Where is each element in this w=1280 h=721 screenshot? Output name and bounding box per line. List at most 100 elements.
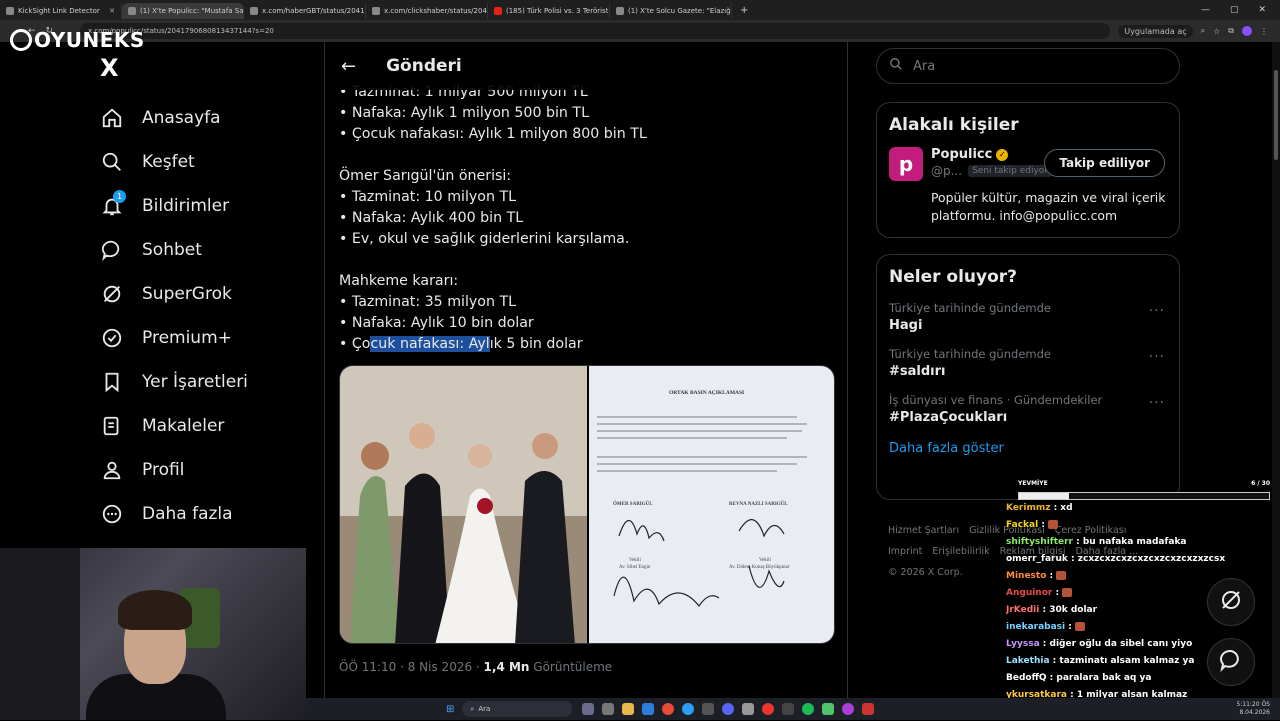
url-field[interactable]: x.com/populicc/status/204179068081343714… bbox=[80, 23, 1111, 39]
grok-float-button[interactable] bbox=[1207, 578, 1255, 626]
trend-item[interactable]: Türkiye tarihinde gündemde Hagi ··· bbox=[877, 293, 1179, 339]
post-line: Mahkeme kararı: bbox=[339, 273, 459, 289]
more-options-icon[interactable]: ··· bbox=[1149, 395, 1165, 411]
post-line: • Tazminat: 10 milyon TL bbox=[339, 189, 517, 205]
goal-label-row: YEVMİYE 6 / 30 bbox=[1018, 480, 1270, 487]
address-actions: Uygulamada aç ⌕ ☆ ⧉ ⋮ bbox=[1118, 24, 1280, 38]
windows-start-icon[interactable]: ⊞ bbox=[446, 704, 454, 715]
chat-text: : zcxzcxzcxzcxzcxzcxzcxzxzcsx bbox=[1067, 554, 1226, 564]
tab-label: (185) Türk Polisi vs. 3 Terörist! ... bbox=[506, 7, 610, 15]
browser-tab[interactable]: x.com/clickshaber/status/2041...✕ bbox=[366, 3, 488, 19]
tab-favicon bbox=[372, 7, 380, 15]
x-logo[interactable]: X bbox=[100, 54, 119, 82]
browser-tab[interactable]: (185) Türk Polisi vs. 3 Terörist! ...✕ bbox=[488, 3, 610, 19]
open-in-app-button[interactable]: Uygulamada aç bbox=[1118, 24, 1193, 38]
spotify-icon[interactable] bbox=[802, 703, 815, 715]
chat-icon bbox=[1219, 648, 1243, 676]
discord-icon[interactable] bbox=[722, 703, 735, 715]
profile-avatar-icon[interactable] bbox=[1242, 26, 1252, 36]
more-options-icon[interactable]: ··· bbox=[1149, 303, 1165, 319]
trend-context: İş dünyası ve finans · Gündemdekiler bbox=[889, 393, 1103, 407]
browser-tab[interactable]: KickSight Link Detector ✕ bbox=[0, 3, 122, 19]
footer-link[interactable]: Erişilebilirlik bbox=[932, 546, 989, 557]
search-placeholder: Ara bbox=[913, 58, 936, 74]
maximize-icon[interactable]: ▢ bbox=[1230, 5, 1239, 15]
nav-item-supergrok[interactable]: SuperGrok bbox=[100, 272, 320, 316]
chat-text: : bu nafaka madafaka bbox=[1072, 537, 1187, 547]
browser-tab[interactable]: (1) X'te Solcu Gazete: "Elazığ'da...✕ bbox=[610, 3, 732, 19]
webcam-background bbox=[0, 548, 80, 720]
app-icon[interactable] bbox=[582, 703, 595, 715]
search-icon bbox=[100, 150, 124, 174]
messages-float-button[interactable] bbox=[1207, 638, 1255, 686]
search-input[interactable]: Ara bbox=[876, 48, 1180, 84]
nav-item-explore[interactable]: Keşfet bbox=[100, 140, 320, 184]
show-more-link[interactable]: Daha fazla göster bbox=[877, 431, 1179, 470]
nav-item-home[interactable]: Anasayfa bbox=[100, 96, 320, 140]
chat-username: omerr_faruk bbox=[1006, 554, 1068, 564]
nav-item-bookmarks[interactable]: Yer İşaretleri bbox=[100, 360, 320, 404]
press-release-document[interactable]: ORTAK BASIN AÇIKLAMASI ÖMER SARIGÜL REVN… bbox=[589, 366, 834, 643]
chat-message: Minesto : bbox=[1006, 568, 1236, 585]
close-window-icon[interactable]: ✕ bbox=[1258, 5, 1266, 15]
browser-icon[interactable] bbox=[682, 703, 695, 715]
zoom-icon[interactable]: ⌕ bbox=[1201, 26, 1205, 36]
nav-item-notifications[interactable]: 1 Bildirimler bbox=[100, 184, 320, 228]
taskbar-search[interactable]: ⌕ Ara bbox=[462, 701, 573, 717]
person-bio: Popüler kültür, magazin ve viral içerik … bbox=[931, 190, 1166, 223]
chrome-icon[interactable] bbox=[662, 703, 675, 715]
tab-favicon bbox=[494, 7, 502, 15]
minimize-icon[interactable]: — bbox=[1201, 5, 1210, 15]
trends-title: Neler oluyor? bbox=[889, 267, 1018, 287]
app-icon[interactable] bbox=[642, 703, 655, 715]
search-icon bbox=[889, 57, 903, 75]
back-arrow-icon[interactable]: ← bbox=[341, 56, 356, 77]
obs-icon[interactable] bbox=[862, 703, 875, 715]
app-icon[interactable] bbox=[602, 703, 615, 715]
post-timestamp[interactable]: ÖÖ 11:10 · 8 Nis 2026 · bbox=[339, 660, 484, 674]
bookmark-icon bbox=[100, 370, 124, 394]
new-tab-icon[interactable]: + bbox=[732, 5, 748, 16]
app-icon[interactable] bbox=[742, 703, 755, 715]
chat-text: : xd bbox=[1050, 503, 1073, 513]
chat-message: Lyyssa : diğer oğlu da sibel canı yiyo bbox=[1006, 636, 1236, 653]
trend-item[interactable]: İş dünyası ve finans · Gündemdekiler #Pl… bbox=[877, 385, 1179, 431]
nav-label: Keşfet bbox=[142, 152, 195, 172]
app-icon[interactable] bbox=[782, 703, 795, 715]
nav-item-more[interactable]: Daha fazla bbox=[100, 492, 320, 536]
nav-label: Profil bbox=[142, 460, 185, 480]
following-button[interactable]: Takip ediliyor bbox=[1044, 149, 1165, 177]
taskbar-clock[interactable]: 5:11:20 ÖS 8.04.2026 bbox=[1236, 701, 1280, 717]
post-line: • Nafaka: Aylık 1 milyon 500 bin TL bbox=[339, 105, 589, 121]
wedding-photo[interactable] bbox=[340, 366, 587, 643]
grok-icon bbox=[1219, 588, 1243, 616]
app-icon[interactable] bbox=[762, 703, 775, 715]
avatar[interactable]: p bbox=[889, 147, 923, 181]
emote-icon bbox=[1075, 622, 1085, 631]
nav-item-profile[interactable]: Profil bbox=[100, 448, 320, 492]
browser-menu-icon[interactable]: ⋮ bbox=[1260, 27, 1268, 36]
nav-item-chat[interactable]: Sohbet bbox=[100, 228, 320, 272]
scrollbar-thumb[interactable] bbox=[1274, 70, 1278, 160]
post-media[interactable]: ORTAK BASIN AÇIKLAMASI ÖMER SARIGÜL REVN… bbox=[339, 365, 835, 644]
footer-link[interactable]: Imprint bbox=[888, 546, 922, 557]
nav-item-premium[interactable]: Premium+ bbox=[100, 316, 320, 360]
folder-icon[interactable] bbox=[622, 703, 635, 715]
tab-close-icon[interactable]: ✕ bbox=[109, 7, 115, 15]
app-icon[interactable] bbox=[702, 703, 715, 715]
extensions-icon[interactable]: ⧉ bbox=[1228, 26, 1234, 36]
nav-item-articles[interactable]: Makaleler bbox=[100, 404, 320, 448]
page-scrollbar[interactable] bbox=[1272, 42, 1280, 698]
more-options-icon[interactable]: ··· bbox=[1149, 349, 1165, 365]
app-icon[interactable] bbox=[822, 703, 835, 715]
related-person[interactable]: p Populicc ✓ @p... Seni takip ediyor Takip… bbox=[877, 141, 1179, 187]
browser-tab[interactable]: x.com/haberGBT/status/20415...✕ bbox=[244, 3, 366, 19]
footer-link[interactable]: Hizmet Şartları bbox=[888, 525, 959, 536]
browser-tab-active[interactable]: (1) X'te Populicc: "Mustafa Sarı...✕ bbox=[122, 3, 244, 19]
star-icon[interactable]: ☆ bbox=[1213, 27, 1220, 36]
person-name[interactable]: Populicc bbox=[931, 147, 992, 162]
trend-item[interactable]: Türkiye tarihinde gündemde #saldırı ··· bbox=[877, 339, 1179, 385]
app-icon[interactable] bbox=[842, 703, 855, 715]
tab-label: (1) X'te Populicc: "Mustafa Sarı... bbox=[140, 7, 244, 15]
chat-text: : bbox=[1052, 588, 1063, 598]
